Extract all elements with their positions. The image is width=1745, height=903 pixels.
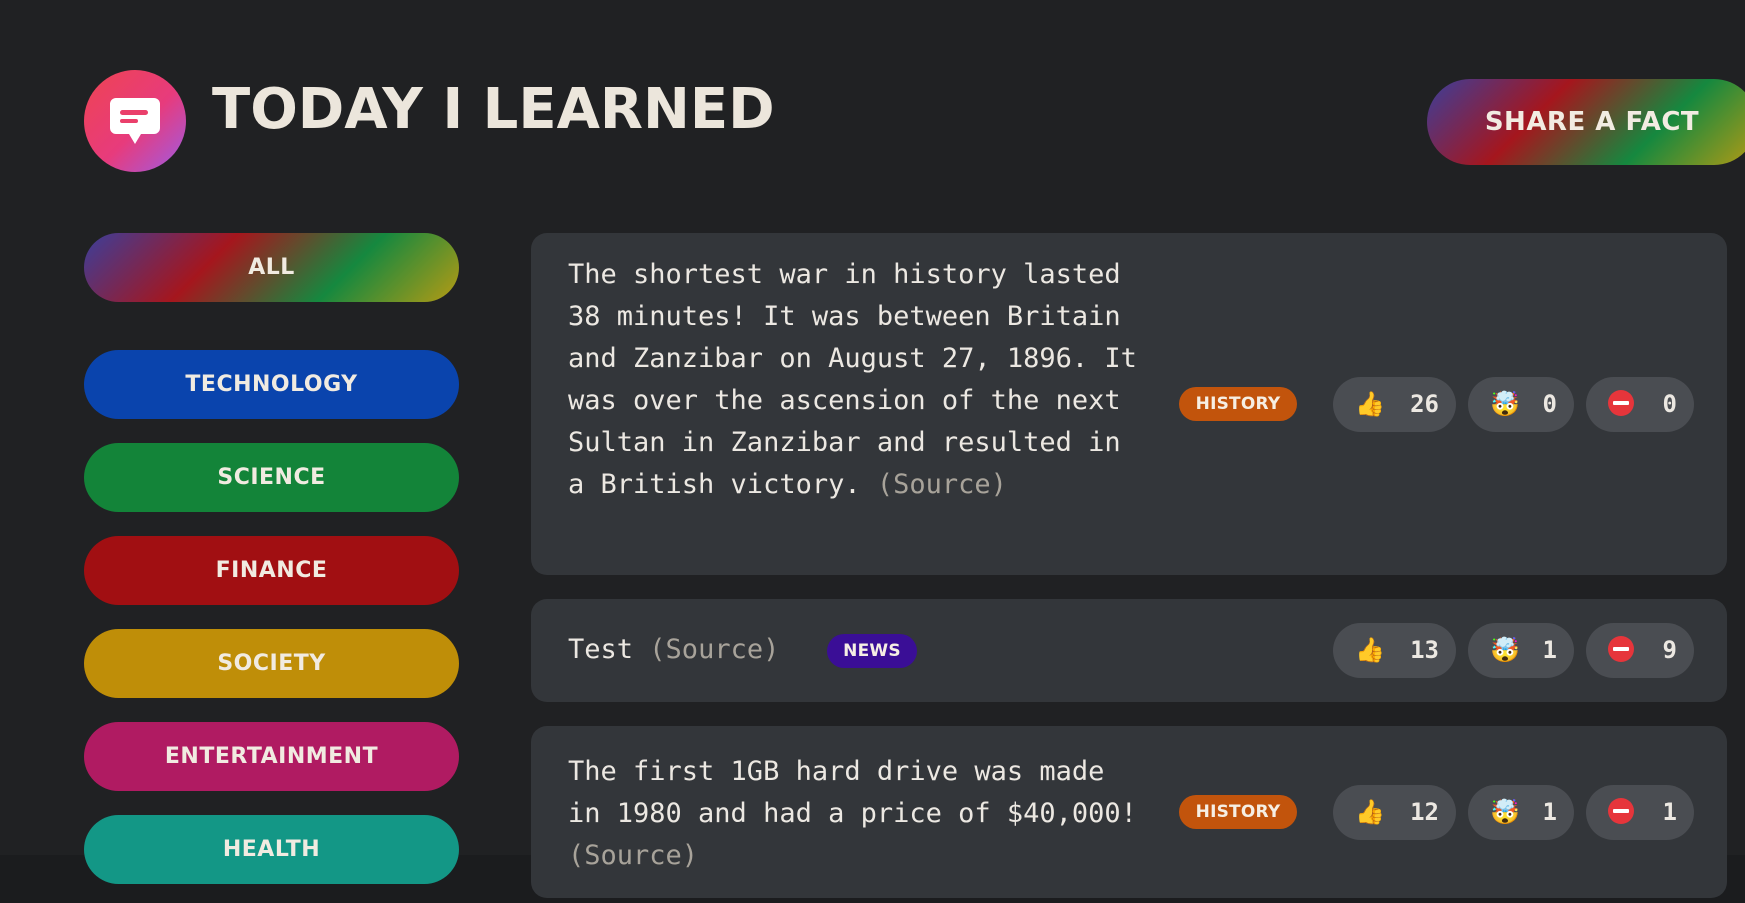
- category-health-button[interactable]: HEALTH: [84, 815, 459, 884]
- chat-bubble-icon: [110, 98, 160, 144]
- fact-statement: Test: [568, 634, 634, 665]
- category-tag: HISTORY: [1179, 387, 1297, 421]
- category-tag: NEWS: [827, 634, 917, 668]
- app-header: TODAY I LEARNED SHARE A FACT: [84, 70, 1745, 174]
- thumbs-up-icon: 👍: [1355, 390, 1385, 418]
- mind-blown-icon: 🤯: [1490, 390, 1520, 418]
- category-entertainment-button[interactable]: ENTERTAINMENT: [84, 722, 459, 791]
- page-title: TODAY I LEARNED: [212, 77, 775, 142]
- no-entry-icon: [1608, 798, 1634, 824]
- fact-item: Test (Source) NEWS 👍 13 🤯 1 9: [531, 599, 1727, 702]
- fact-text: The first 1GB hard drive was made in 198…: [568, 751, 1148, 877]
- vote-count: 9: [1662, 636, 1677, 664]
- fact-source-link[interactable]: (Source): [877, 469, 1007, 500]
- fact-source-link[interactable]: (Source): [568, 840, 698, 871]
- thumbs-up-icon: 👍: [1355, 636, 1385, 664]
- category-all-button[interactable]: ALL: [84, 233, 459, 302]
- vote-mindblowing-button[interactable]: 🤯 1: [1468, 623, 1574, 678]
- fact-text: The shortest war in history lasted 38 mi…: [568, 254, 1148, 506]
- vote-count: 1: [1542, 798, 1557, 826]
- vote-count: 13: [1410, 636, 1439, 664]
- share-a-fact-button[interactable]: SHARE A FACT: [1427, 79, 1745, 165]
- mind-blown-icon: 🤯: [1490, 636, 1520, 664]
- fact-item: The shortest war in history lasted 38 mi…: [531, 233, 1727, 575]
- category-technology-button[interactable]: TECHNOLOGY: [84, 350, 459, 419]
- category-tag: HISTORY: [1179, 795, 1297, 829]
- fact-item: The first 1GB hard drive was made in 198…: [531, 726, 1727, 898]
- vote-count: 1: [1542, 636, 1557, 664]
- vote-count: 26: [1410, 390, 1439, 418]
- vote-count: 0: [1542, 390, 1557, 418]
- vote-mindblowing-button[interactable]: 🤯 1: [1468, 785, 1574, 840]
- vote-count: 0: [1662, 390, 1677, 418]
- vote-interesting-button[interactable]: 👍 26: [1333, 377, 1456, 432]
- fact-statement: The shortest war in history lasted 38 mi…: [568, 259, 1137, 500]
- vote-count: 1: [1662, 798, 1677, 826]
- no-entry-icon: [1608, 636, 1634, 662]
- vote-false-button[interactable]: 1: [1586, 785, 1694, 840]
- vote-false-button[interactable]: 0: [1586, 377, 1694, 432]
- fact-source-link[interactable]: (Source): [649, 634, 779, 665]
- vote-interesting-button[interactable]: 👍 12: [1333, 785, 1456, 840]
- category-society-button[interactable]: SOCIETY: [84, 629, 459, 698]
- vote-count: 12: [1410, 798, 1439, 826]
- category-science-button[interactable]: SCIENCE: [84, 443, 459, 512]
- fact-statement: The first 1GB hard drive was made in 198…: [568, 756, 1137, 829]
- vote-false-button[interactable]: 9: [1586, 623, 1694, 678]
- fact-text: Test (Source): [568, 629, 868, 671]
- mind-blown-icon: 🤯: [1490, 798, 1520, 826]
- vote-interesting-button[interactable]: 👍 13: [1333, 623, 1456, 678]
- no-entry-icon: [1608, 390, 1634, 416]
- category-finance-button[interactable]: FINANCE: [84, 536, 459, 605]
- vote-mindblowing-button[interactable]: 🤯 0: [1468, 377, 1574, 432]
- thumbs-up-icon: 👍: [1355, 798, 1385, 826]
- logo: [84, 70, 186, 172]
